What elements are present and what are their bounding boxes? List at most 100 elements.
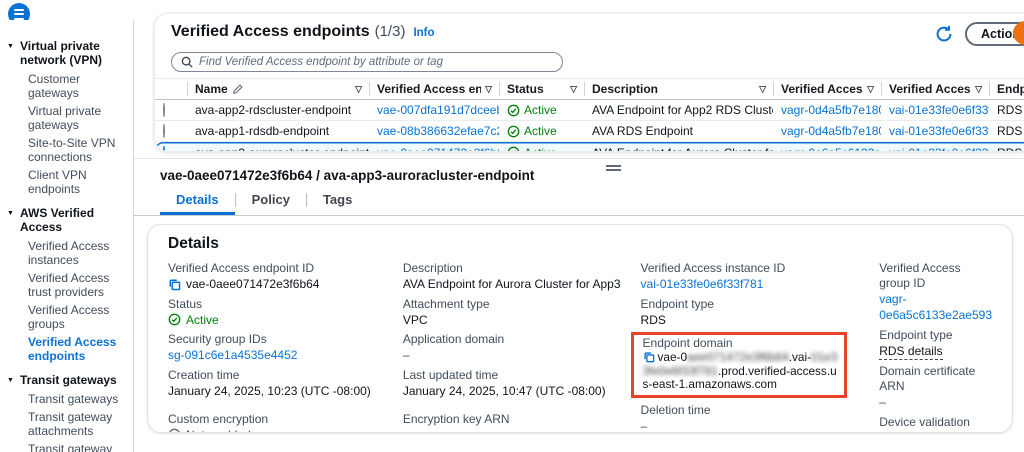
cell-group-id-link[interactable]: vagr-0e6a5c6133e2ae593 xyxy=(773,146,881,152)
tab-tags[interactable]: Tags xyxy=(307,192,368,215)
not-enabled-icon xyxy=(169,428,180,432)
cell-endpoint-type: RDS xyxy=(997,124,1023,138)
split-panel-drag-handle[interactable] xyxy=(606,165,621,173)
endpoints-table-card: Verified Access endpoints (1/3) Info Act… xyxy=(154,13,1024,152)
field-security-groups: Security group IDs sg-091c6e1a4535e4452 xyxy=(168,332,403,363)
cell-group-id-link[interactable]: vagr-0d4a5fb7e180a38be xyxy=(773,103,881,117)
status-success-icon xyxy=(168,313,181,326)
search-input[interactable] xyxy=(199,56,553,68)
field-device-validation-domain: Device validation domain – xyxy=(879,414,970,433)
field-last-updated-time: Last updated time January 24, 2025, 10:4… xyxy=(402,367,606,398)
filter-icon[interactable]: ▽ xyxy=(355,84,362,95)
field-attachment-type: Attachment type VPC xyxy=(402,296,490,327)
field-application-domain: Application domain – xyxy=(402,332,505,362)
rds-details-link[interactable]: RDS details xyxy=(879,343,943,360)
column-header-status[interactable]: Status ▽ xyxy=(499,82,584,96)
tab-details[interactable]: Details xyxy=(160,192,235,215)
cell-endpoint-id-link[interactable]: vae-007dfa191d7dceeb8 xyxy=(369,103,499,117)
split-panel-divider xyxy=(134,158,1024,159)
sidebar-item-tgw-attachments[interactable]: Transit gateway attachments xyxy=(0,408,133,440)
column-header-group-id[interactable]: Verified Access grou... ▽ xyxy=(773,82,881,96)
group-id-link[interactable]: vagr-0e6a5c6133e2ae593 xyxy=(879,291,992,323)
page-title: Verified Access endpoints xyxy=(171,23,370,40)
cell-instance-id-link[interactable]: vai-01e33fe0e6f33f781 xyxy=(881,124,989,138)
row-radio-button[interactable] xyxy=(163,124,165,138)
result-count: (1/3) xyxy=(374,23,406,40)
field-endpoint-type: Endpoint type RDS xyxy=(640,296,714,327)
field-custom-encryption: Custom encryption Not enabled xyxy=(168,412,403,432)
table-row[interactable]: ava-app1-rdsdb-endpoint vae-08b386632efa… xyxy=(155,121,1024,142)
details-card-title: Details xyxy=(168,235,219,252)
column-header-endpoint-id[interactable]: Verified Access endpoint ID ▽ xyxy=(369,82,499,96)
security-group-link[interactable]: sg-091c6e1a4535e4452 xyxy=(168,347,403,363)
filter-icon[interactable]: ▽ xyxy=(570,84,577,95)
column-header-name[interactable]: Name ▽ xyxy=(187,82,369,96)
search-box[interactable] xyxy=(171,52,563,72)
details-card: Details Verified Access endpoint ID vae-… xyxy=(147,224,1013,433)
sidebar-item-virtual-private-gateways[interactable]: Virtual private gateways xyxy=(0,102,133,134)
sidebar-section-transit-gateways[interactable]: ▼ Transit gateways xyxy=(0,365,133,390)
status-success-icon xyxy=(507,104,520,116)
filter-icon[interactable]: ▽ xyxy=(759,84,766,95)
cell-instance-id-link[interactable]: vai-01e33fe0e6f33f781 xyxy=(881,103,989,117)
refresh-button[interactable] xyxy=(933,23,955,45)
cell-name: ava-app2-rdscluster-endpoint xyxy=(195,103,352,117)
radio-column-header xyxy=(155,82,187,96)
cell-endpoint-type: RDS xyxy=(989,146,1024,152)
filter-icon[interactable]: ▽ xyxy=(485,84,492,95)
sidebar-section-verified-access[interactable]: ▼ AWS Verified Access xyxy=(0,198,133,237)
filter-icon[interactable]: ▽ xyxy=(975,84,982,95)
copy-icon[interactable] xyxy=(643,351,655,363)
cell-instance-id-link[interactable]: vai-01e33fe0e6f33f781 xyxy=(881,146,989,152)
tabs-underline xyxy=(134,215,1024,216)
copy-icon[interactable] xyxy=(168,278,181,291)
tab-policy[interactable]: Policy xyxy=(236,192,306,215)
sidebar-section-vpn[interactable]: ▼ Virtual private network (VPN) xyxy=(0,31,133,70)
refresh-icon xyxy=(936,25,952,42)
cell-status: Active xyxy=(499,146,584,151)
filter-icon[interactable]: ▽ xyxy=(867,84,874,95)
vpc-sidebar: — — — ▼ Virtual private network (VPN) Cu… xyxy=(0,20,134,452)
cell-description: AVA Endpoint for Aurora Cluster for App3 xyxy=(584,146,773,152)
sidebar-item-client-vpn-endpoints[interactable]: Client VPN endpoints xyxy=(0,166,133,198)
cell-endpoint-id-link[interactable]: vae-0aee071472e3f6b64 xyxy=(369,146,499,152)
search-icon xyxy=(181,56,193,68)
cell-group-id-link[interactable]: vagr-0d4a5fb7e180a38be xyxy=(773,124,881,138)
cell-name: ava-app3-auroracluster-endpoint xyxy=(187,146,369,152)
column-header-instance-id[interactable]: Verified Access insta... ▽ xyxy=(881,82,989,96)
status-success-icon xyxy=(507,125,520,137)
field-status: Status Active xyxy=(168,296,219,327)
field-endpoint-type-details: Endpoint type RDS details xyxy=(879,327,953,360)
field-deletion-time: Deletion time – xyxy=(640,402,711,433)
cell-endpoint-id-link[interactable]: vae-08b386632efae7c24 xyxy=(369,124,499,138)
sidebar-clipped-item: — — — xyxy=(20,22,133,29)
table-row[interactable]: ava-app2-rdscluster-endpoint vae-007dfa1… xyxy=(155,100,1024,121)
field-instance-id: Verified Access instance ID vai-01e33fe0… xyxy=(641,261,880,292)
sidebar-item-va-endpoints[interactable]: Verified Access endpoints xyxy=(0,333,133,365)
column-header-description[interactable]: Description ▽ xyxy=(584,82,773,96)
sidebar-item-transit-gateways[interactable]: Transit gateways xyxy=(0,390,133,408)
field-endpoint-domain: Endpoint domain vae-0aee071472e3f6b64.va… xyxy=(643,336,839,392)
sidebar-item-tgw-policy-tables[interactable]: Transit gateway policy tables xyxy=(0,440,133,452)
endpoint-domain-value: vae-0aee071472e3f6b64.vai-01e33fe0e6f33f… xyxy=(642,350,838,391)
row-radio-button[interactable] xyxy=(163,103,165,117)
endpoint-domain-highlight-annotation: Endpoint domain vae-0aee071472e3f6b64.va… xyxy=(630,332,847,398)
aws-console-page: — — — ▼ Virtual private network (VPN) Cu… xyxy=(0,0,1024,452)
column-header-endpoint-type[interactable]: Endp xyxy=(989,82,1024,96)
row-radio-button-selected[interactable] xyxy=(163,145,165,151)
details-tabs: Details Policy Tags xyxy=(160,191,368,215)
main-content: Verified Access endpoints (1/3) Info Act… xyxy=(134,0,1024,452)
sidebar-item-va-instances[interactable]: Verified Access instances xyxy=(0,237,133,269)
info-link[interactable]: Info xyxy=(413,27,434,39)
instance-id-link[interactable]: vai-01e33fe0e6f33f781 xyxy=(641,276,880,292)
chevron-down-icon: ▼ xyxy=(7,210,14,217)
cell-name: ava-app1-rdsdb-endpoint xyxy=(195,124,330,138)
sidebar-item-site-to-site-vpn[interactable]: Site-to-Site VPN connections xyxy=(0,134,133,166)
cell-description: AVA RDS Endpoint xyxy=(592,124,693,138)
sidebar-item-customer-gateways[interactable]: Customer gateways xyxy=(0,70,133,102)
sidebar-item-va-groups[interactable]: Verified Access groups xyxy=(0,301,133,333)
field-creation-time: Creation time January 24, 2025, 10:23 (U… xyxy=(168,367,371,398)
table-row-selected[interactable]: ava-app3-auroracluster-endpoint vae-0aee… xyxy=(155,142,1024,152)
chevron-down-icon: ▼ xyxy=(7,377,14,384)
sidebar-item-va-trust-providers[interactable]: Verified Access trust providers xyxy=(0,269,133,301)
